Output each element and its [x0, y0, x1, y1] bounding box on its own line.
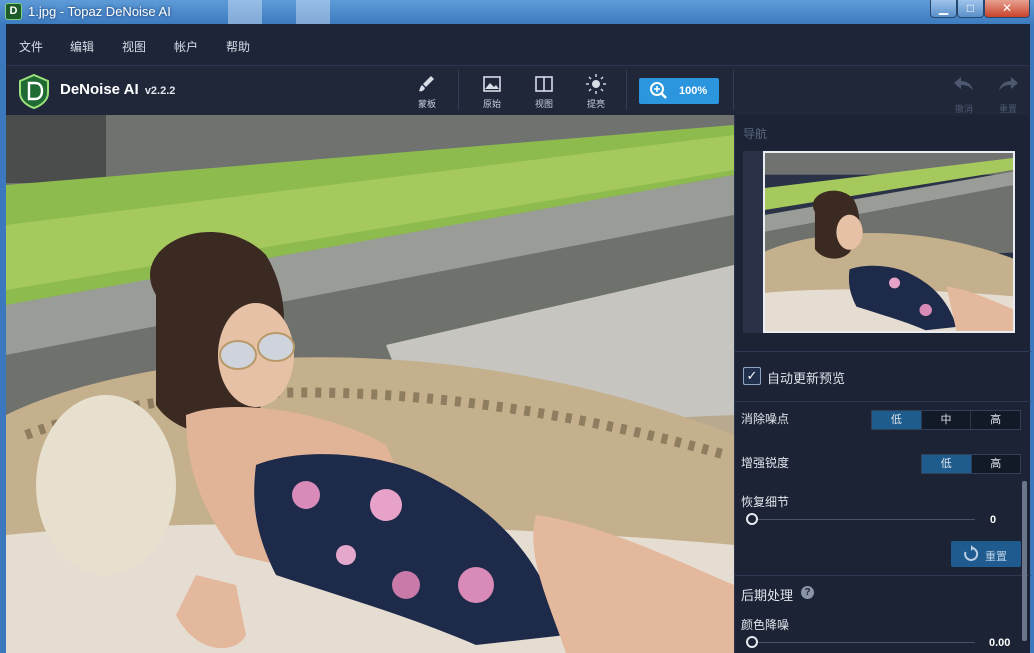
reset-button[interactable]: 重置	[951, 541, 1021, 567]
remove-noise-high[interactable]: 高	[971, 411, 1021, 429]
window-title: 1.jpg - Topaz DeNoise AI	[28, 4, 171, 19]
recover-detail-value: 0	[990, 514, 997, 526]
brighten-tool-button[interactable]: 提亮	[578, 74, 614, 110]
maximize-button[interactable]: □	[957, 0, 984, 18]
view-tool-label: 视图	[534, 99, 553, 109]
denoise-logo	[19, 73, 49, 109]
enhance-sharpness-label: 增强锐度	[741, 456, 790, 470]
remove-noise-low[interactable]: 低	[872, 411, 922, 429]
zoom-button[interactable]: 100%	[639, 78, 719, 104]
close-button[interactable]: ✕	[984, 0, 1030, 18]
reset-icon	[964, 545, 979, 561]
recover-detail-knob[interactable]	[746, 513, 758, 525]
sharpness-high[interactable]: 高	[971, 455, 1020, 473]
menu-account[interactable]: 帐户	[174, 38, 198, 55]
panel-divider	[735, 351, 1031, 352]
menu-file[interactable]: 文件	[19, 38, 43, 55]
split-view-icon	[535, 76, 553, 92]
desktop-icon	[296, 0, 330, 24]
panel-divider	[735, 401, 1031, 402]
navigator-thumbnail[interactable]	[763, 151, 1015, 333]
window-titlebar[interactable]: D 1.jpg - Topaz DeNoise AI ▁ □ ✕	[0, 0, 1034, 24]
toolbar-divider	[458, 70, 459, 110]
zoom-level: 100%	[679, 85, 708, 97]
desktop-icon	[228, 0, 262, 24]
undo-label: 撤消	[954, 104, 973, 114]
sharpness-low[interactable]: 低	[922, 455, 972, 473]
remove-noise-selector[interactable]: 低 中 高	[871, 410, 1021, 430]
color-denoise-knob[interactable]	[746, 636, 758, 648]
navigator-box[interactable]	[743, 151, 1015, 333]
redo-button[interactable]: 重置	[993, 74, 1023, 115]
post-processing-label: 后期处理	[741, 588, 794, 603]
sun-icon	[586, 74, 606, 94]
menu-bar: 文件 编辑 视图 帐户 帮助	[6, 24, 1030, 66]
menu-view[interactable]: 视图	[122, 38, 146, 55]
original-tool-button[interactable]: 原始	[474, 74, 510, 110]
recover-detail-label: 恢复细节	[741, 495, 790, 509]
original-tool-label: 原始	[482, 99, 501, 109]
minimize-button[interactable]: ▁	[930, 0, 957, 18]
menu-help[interactable]: 帮助	[226, 38, 250, 55]
settings-panel: 导航 ✓ 自动更新预览 消除噪点 低 中 高 增强锐度 低 高 恢复细节 0 重…	[734, 115, 1031, 653]
redo-label: 重置	[998, 104, 1017, 114]
image-icon	[483, 76, 501, 92]
app-name-text: DeNoise AI	[60, 81, 139, 98]
mask-tool-label: 蒙板	[417, 99, 436, 109]
redo-icon	[999, 77, 1018, 91]
help-icon[interactable]: ?	[801, 586, 814, 599]
app-icon: D	[5, 3, 22, 20]
menu-edit[interactable]: 编辑	[70, 38, 94, 55]
brighten-tool-label: 提亮	[586, 99, 605, 109]
undo-button[interactable]: 撤消	[949, 74, 979, 115]
recover-detail-track[interactable]	[749, 519, 975, 520]
enhance-sharpness-selector[interactable]: 低 高	[921, 454, 1021, 474]
auto-preview-label: 自动更新预览	[767, 371, 846, 386]
mask-tool-button[interactable]: 蒙板	[409, 74, 445, 110]
color-denoise-value: 0.00	[989, 637, 1011, 649]
toolbar: DeNoise AI v2.2.2 蒙板 原始 视图 提亮 100% 撤消 重置	[6, 66, 1030, 115]
color-denoise-label: 颜色降噪	[741, 618, 790, 632]
image-viewport[interactable]	[6, 115, 734, 653]
remove-noise-label: 消除噪点	[741, 412, 790, 426]
app-version: v2.2.2	[144, 85, 176, 97]
toolbar-divider	[626, 70, 627, 110]
reset-label: 重置	[985, 551, 1007, 563]
view-tool-button[interactable]: 视图	[526, 74, 562, 110]
panel-scrollbar[interactable]	[1022, 481, 1027, 641]
undo-icon	[954, 77, 973, 91]
color-denoise-track[interactable]	[749, 642, 975, 643]
toolbar-divider	[733, 70, 734, 110]
app-window: D 1.jpg - Topaz DeNoise AI ▁ □ ✕ 文件 编辑 视…	[0, 0, 1034, 653]
app-name: DeNoise AI v2.2.2	[60, 81, 175, 98]
navigator-viewport-frame[interactable]	[763, 151, 1015, 333]
panel-divider	[735, 575, 1031, 576]
window-frame-right	[1030, 24, 1034, 653]
navigator-title: 导航	[743, 127, 768, 141]
remove-noise-medium[interactable]: 中	[921, 411, 972, 429]
magnifier-icon	[650, 82, 667, 99]
auto-preview-checkbox[interactable]: ✓	[743, 367, 761, 385]
brush-icon	[419, 76, 434, 92]
preview-photo	[6, 115, 734, 653]
